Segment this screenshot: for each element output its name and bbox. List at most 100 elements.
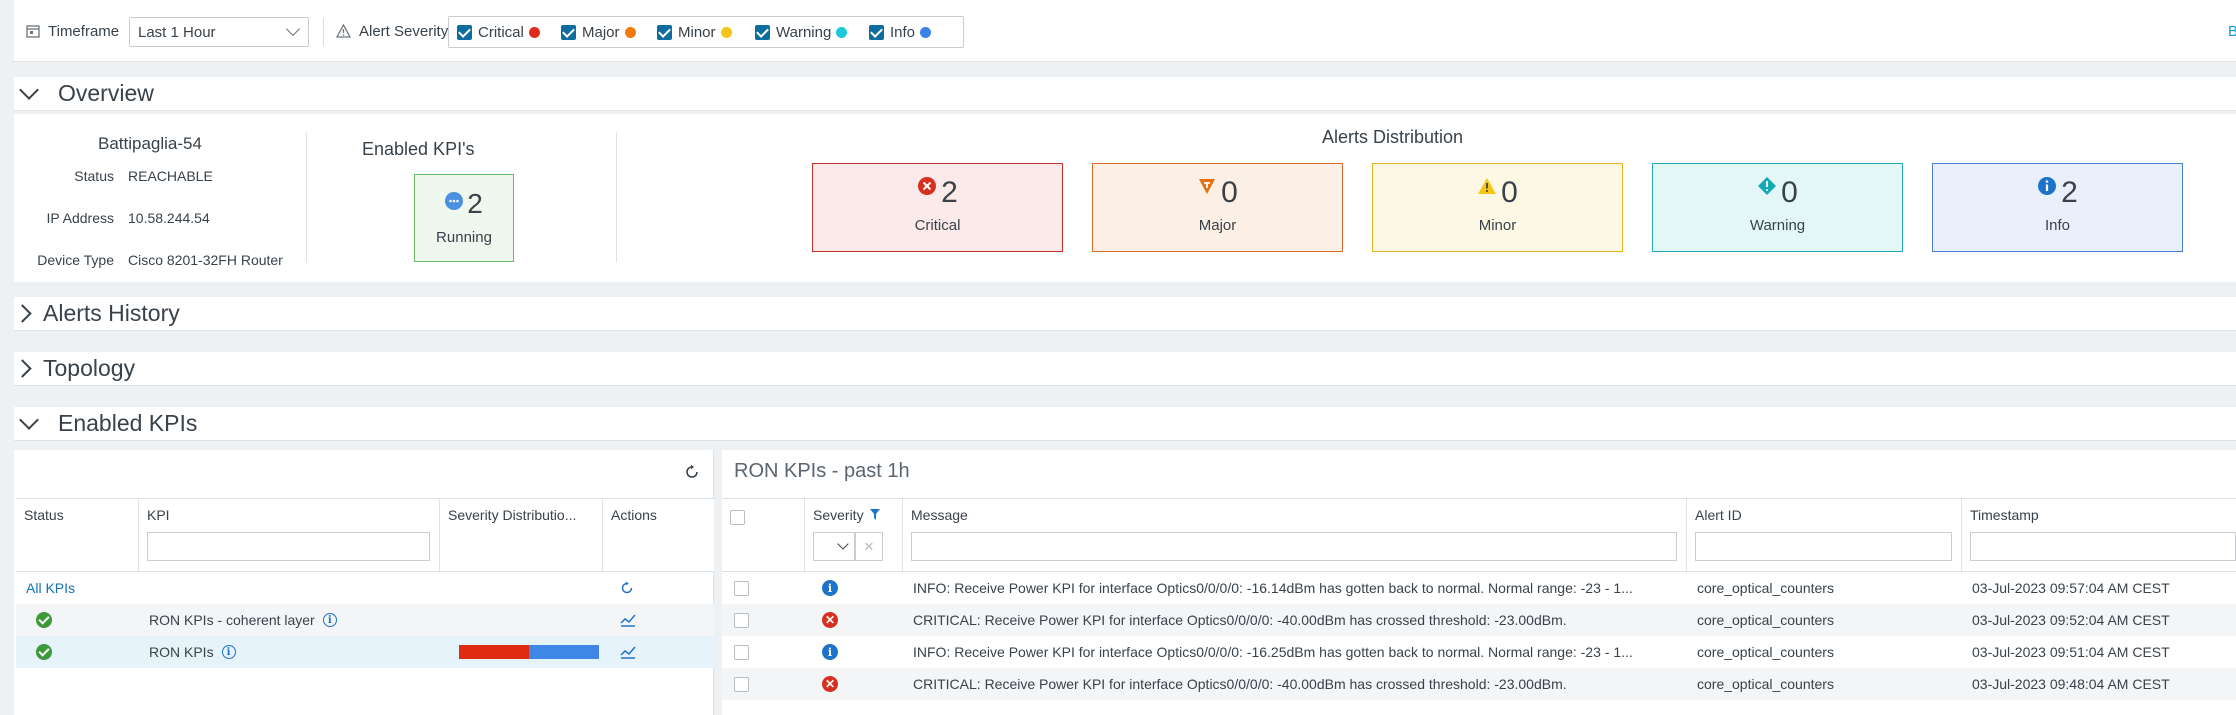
kpi-list-panel: Status KPI Severity Distributio... Actio… (14, 450, 714, 715)
column-header-alert-id[interactable]: Alert ID (1687, 499, 1962, 573)
table-row[interactable]: RON KPIs i (16, 636, 714, 668)
filter-icon[interactable] (870, 509, 881, 520)
alert-card-info[interactable]: 2 Info (1932, 163, 2183, 252)
chevron-right-icon (13, 359, 32, 378)
select-all-checkbox[interactable] (730, 510, 745, 525)
clear-filter-icon[interactable]: ✕ (855, 532, 883, 561)
column-header-message[interactable]: Message (903, 499, 1687, 573)
severity-filter-select[interactable] (813, 532, 855, 561)
severity-label: Minor (678, 23, 716, 41)
enabled-kpis-card[interactable]: 2 Running (414, 174, 514, 262)
alert-count: 0 (1501, 176, 1518, 209)
alert-label: Major (1198, 217, 1237, 234)
refresh-icon[interactable] (684, 464, 700, 480)
column-header-severity-distribution[interactable]: Severity Distributio... (440, 499, 603, 573)
timeframe-select[interactable]: Last 1 Hour (129, 17, 309, 47)
section-title: Overview (58, 80, 154, 106)
warning-dot-icon (836, 26, 848, 38)
row-checkbox[interactable] (734, 676, 749, 692)
all-kpis-link[interactable]: All KPIs (26, 572, 75, 604)
severity-label: Warning (776, 23, 832, 41)
select-all-header (722, 499, 805, 573)
severity-checkbox-minor[interactable]: Minor (657, 17, 732, 47)
timeframe-group: Timeframe (26, 0, 119, 62)
section-alerts-history-header[interactable]: Alerts History (13, 297, 2236, 331)
kpi-filter-input[interactable] (147, 532, 430, 561)
alert-card-minor[interactable]: 0 Minor (1372, 163, 1623, 252)
table-row[interactable]: RON KPIs - coherent layer i (16, 604, 714, 636)
severity-checkbox-major[interactable]: Major (561, 17, 636, 47)
alert-timestamp: 03-Jul-2023 09:57:04 AM CEST (1972, 580, 2170, 596)
enabled-kpis-state: Running (436, 229, 492, 246)
row-checkbox[interactable] (734, 612, 749, 628)
table-row[interactable]: i INFO: Receive Power KPI for interface … (722, 572, 2236, 604)
chart-icon[interactable] (620, 604, 636, 636)
status-ok-icon (36, 644, 52, 660)
alert-timestamp: 03-Jul-2023 09:51:04 AM CEST (1972, 644, 2170, 660)
alert-card-major[interactable]: 0 Major (1092, 163, 1343, 252)
chart-icon[interactable] (620, 636, 636, 668)
major-icon (1199, 179, 1216, 194)
alert-label: Warning (1749, 217, 1806, 234)
chevron-down-icon (19, 409, 39, 430)
column-header-actions[interactable]: Actions (603, 499, 714, 573)
severity-distribution-bar (459, 636, 599, 668)
info-icon: i (822, 644, 838, 660)
status-value: REACHABLE (128, 168, 213, 184)
major-dot-icon (624, 26, 636, 38)
row-checkbox[interactable] (734, 644, 749, 660)
table-row-all-kpis[interactable]: All KPIs (16, 572, 714, 604)
device-name: Battipaglia-54 (98, 134, 202, 153)
back-link[interactable]: Bac (2228, 0, 2236, 62)
column-label: Timestamp (1970, 507, 2039, 523)
alerts-table-header: Severity ✕ Message Alert ID Timestamp (722, 498, 2236, 573)
section-enabled-kpis-header[interactable]: Enabled KPIs (14, 407, 2236, 441)
chevron-down-icon (19, 79, 39, 100)
overview-panel: Battipaglia-54 Status REACHABLE IP Addre… (14, 114, 2236, 282)
timeframe-label: Timeframe (48, 22, 120, 40)
message-filter-input[interactable] (911, 532, 1677, 561)
column-header-timestamp[interactable]: Timestamp (1962, 499, 2236, 573)
section-topology-header[interactable]: Topology (13, 352, 2236, 386)
severity-checkbox-info[interactable]: Info (869, 17, 932, 47)
severity-checkbox-critical[interactable]: Critical (457, 17, 540, 47)
severity-label: Info (890, 23, 916, 41)
timestamp-filter-input[interactable] (1970, 532, 2236, 561)
minor-icon (1478, 178, 1497, 194)
column-label: KPI (147, 507, 170, 523)
column-header-status[interactable]: Status (16, 499, 139, 573)
alert-message: INFO: Receive Power KPI for interface Op… (913, 580, 1633, 596)
table-row[interactable]: ✕ CRITICAL: Receive Power KPI for interf… (722, 604, 2236, 636)
severity-checkbox-warning[interactable]: Warning (755, 17, 848, 47)
info-icon: i (822, 580, 838, 596)
device-type-label: Device Type (37, 252, 114, 268)
section-overview-header[interactable]: Overview (14, 77, 2236, 111)
info-icon[interactable]: i (221, 645, 236, 659)
alert-timestamp: 03-Jul-2023 09:52:04 AM CEST (1972, 612, 2170, 628)
column-header-severity[interactable]: Severity ✕ (805, 499, 903, 573)
critical-icon: ✕ (822, 676, 838, 692)
severity-label: Major (582, 23, 620, 41)
alert-timestamp: 03-Jul-2023 09:48:04 AM CEST (1972, 676, 2170, 692)
calendar-icon (26, 25, 40, 38)
alert-id: core_optical_counters (1697, 644, 1834, 660)
section-title: Topology (43, 355, 136, 381)
table-row[interactable]: ✕ CRITICAL: Receive Power KPI for interf… (722, 668, 2236, 700)
alert-count: 2 (2061, 176, 2078, 209)
column-header-kpi[interactable]: KPI (139, 499, 440, 573)
info-dot-icon (920, 26, 932, 38)
alert-card-critical[interactable]: 2 Critical (812, 163, 1063, 252)
row-checkbox[interactable] (734, 580, 749, 596)
alert-count: 0 (1221, 176, 1238, 209)
alert-id-filter-input[interactable] (1695, 532, 1952, 561)
enabled-kpis-count: 2 (467, 188, 483, 219)
checkbox-checked-icon (657, 24, 672, 40)
device-type-value: Cisco 8201-32FH Router (128, 252, 283, 268)
table-row[interactable]: i INFO: Receive Power KPI for interface … (722, 636, 2236, 668)
info-icon[interactable]: i (322, 613, 337, 627)
refresh-icon[interactable] (620, 572, 634, 604)
status-ok-icon (36, 612, 52, 628)
checkbox-checked-icon (561, 24, 576, 40)
critical-segment (459, 645, 529, 659)
alert-card-warning[interactable]: 0 Warning (1652, 163, 1903, 252)
